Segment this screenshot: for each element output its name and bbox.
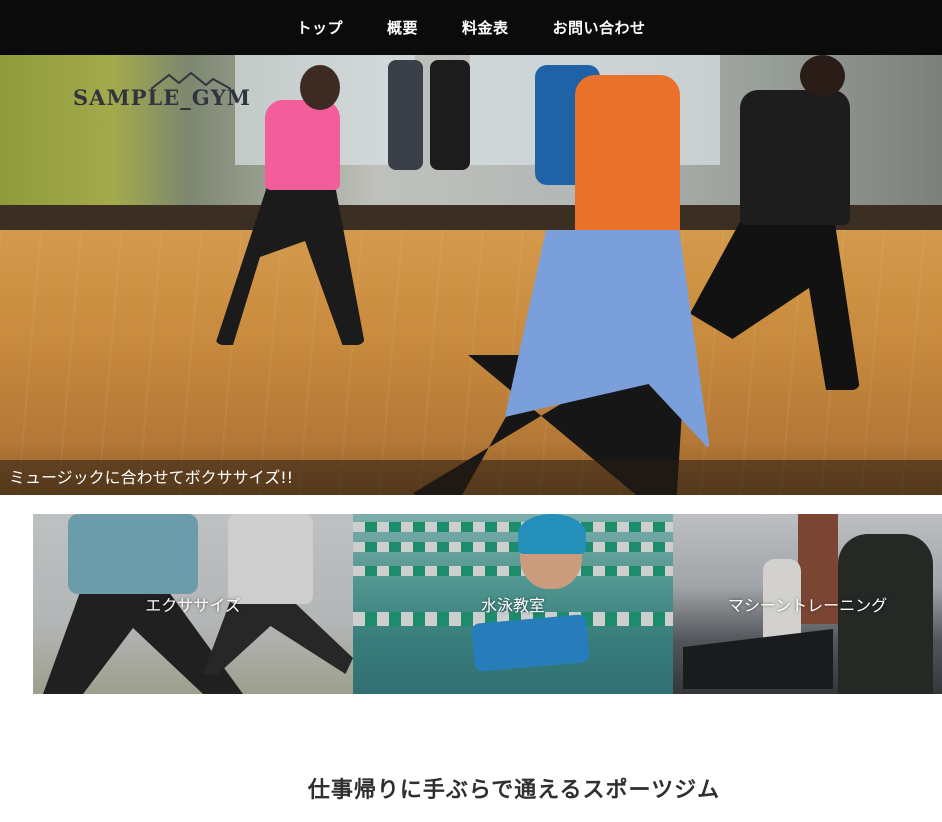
hero-banner: SAMPLE_GYM ミュージックに合わせてボクササイズ!! [0, 55, 942, 495]
top-navigation: トップ 概要 料金表 お問い合わせ [0, 0, 942, 55]
card-exercise-label: エクササイズ [145, 596, 241, 615]
dancer-black-head [800, 55, 845, 97]
card-exercise[interactable]: エクササイズ [33, 514, 353, 694]
service-cards: エクササイズ 水泳教室 マシーントレーニング [33, 514, 942, 694]
site-logo[interactable]: SAMPLE_GYM [73, 71, 251, 110]
section-heading: 仕事帰りに手ぶらで通えるスポーツジム [307, 778, 721, 803]
card-machine-training[interactable]: マシーントレーニング [673, 514, 942, 694]
hero-caption: ミュージックに合わせてボクササイズ!! [0, 460, 942, 495]
mountain-logo-icon [151, 71, 231, 90]
dancer-pink-shirt [265, 100, 340, 190]
nav-item-top[interactable]: トップ [296, 17, 343, 38]
background-dancer [388, 60, 423, 170]
background-dancer [430, 60, 470, 170]
card-swimming-label: 水泳教室 [480, 596, 545, 615]
nav-item-pricing[interactable]: 料金表 [462, 17, 509, 38]
card-machine-training-label: マシーントレーニング [727, 596, 888, 615]
dancer-pink-head [300, 65, 340, 110]
card-swimming[interactable]: 水泳教室 [353, 514, 673, 694]
nav-item-overview[interactable]: 概要 [387, 17, 418, 38]
nav-item-contact[interactable]: お問い合わせ [553, 17, 646, 38]
dancer-black-shirt [740, 90, 850, 225]
